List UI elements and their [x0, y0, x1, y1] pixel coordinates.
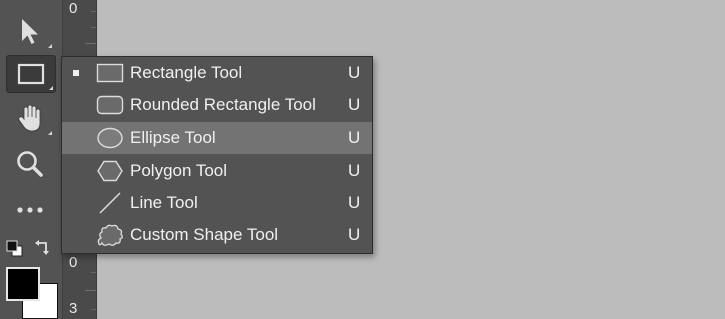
hand-icon: [16, 103, 44, 135]
tools-panel: [0, 0, 63, 319]
tool-group-indicator: [49, 86, 53, 90]
rectangle-tool-button[interactable]: [6, 55, 56, 93]
default-colors-icon[interactable]: [6, 240, 24, 263]
polygon-icon: [95, 159, 125, 183]
line-icon: [95, 191, 125, 215]
menu-item-label: Line Tool: [130, 193, 198, 212]
menu-item-shortcut: U: [348, 128, 361, 147]
menu-item-shortcut: U: [348, 225, 361, 244]
menu-item-shortcut: U: [348, 95, 361, 114]
menu-item-label: Custom Shape Tool: [130, 225, 279, 244]
menu-item-custom-shape-tool[interactable]: Custom Shape Tool U: [62, 219, 372, 251]
menu-item-label: Polygon Tool: [130, 161, 228, 180]
active-tool-bullet-icon: [73, 70, 79, 76]
ellipsis-icon: [16, 205, 44, 215]
menu-item-rounded-rectangle-tool[interactable]: Rounded Rectangle Tool U: [62, 89, 372, 121]
hand-tool-button[interactable]: [6, 101, 54, 137]
menu-item-shortcut: U: [348, 193, 361, 212]
magnifier-icon: [15, 149, 45, 179]
zoom-tool-button[interactable]: [6, 146, 54, 182]
rounded-rectangle-icon: [95, 93, 125, 117]
rectangle-icon: [17, 63, 45, 85]
swap-colors-icon[interactable]: [34, 238, 54, 263]
menu-item-rectangle-tool[interactable]: Rectangle Tool U: [62, 57, 372, 89]
menu-item-line-tool[interactable]: Line Tool U: [62, 187, 372, 219]
ruler-label: 0: [69, 0, 78, 17]
move-tool-button[interactable]: [6, 14, 54, 50]
menu-item-shortcut: U: [348, 161, 361, 180]
menu-item-polygon-tool[interactable]: Polygon Tool U: [62, 155, 372, 187]
ruler-label: 0: [69, 254, 78, 271]
menu-item-label: Rectangle Tool: [130, 63, 243, 82]
custom-shape-icon: [95, 223, 125, 247]
menu-item-label: Ellipse Tool: [130, 128, 216, 147]
menu-item-shortcut: U: [348, 63, 361, 82]
menu-item-ellipse-tool[interactable]: Ellipse Tool U: [62, 122, 372, 154]
rectangle-shape-icon: [95, 61, 125, 85]
ruler-label: 3: [69, 300, 78, 317]
ellipse-icon: [95, 126, 125, 150]
menu-item-label: Rounded Rectangle Tool: [130, 95, 316, 114]
foreground-color-swatch[interactable]: [6, 267, 40, 301]
tool-group-indicator: [48, 44, 52, 48]
arrow-pointer-icon: [19, 17, 41, 47]
more-tools-button[interactable]: [6, 192, 54, 228]
shape-tools-flyout-menu: Rectangle Tool U Rounded Rectangle Tool …: [61, 56, 373, 254]
tool-group-indicator: [48, 131, 52, 135]
